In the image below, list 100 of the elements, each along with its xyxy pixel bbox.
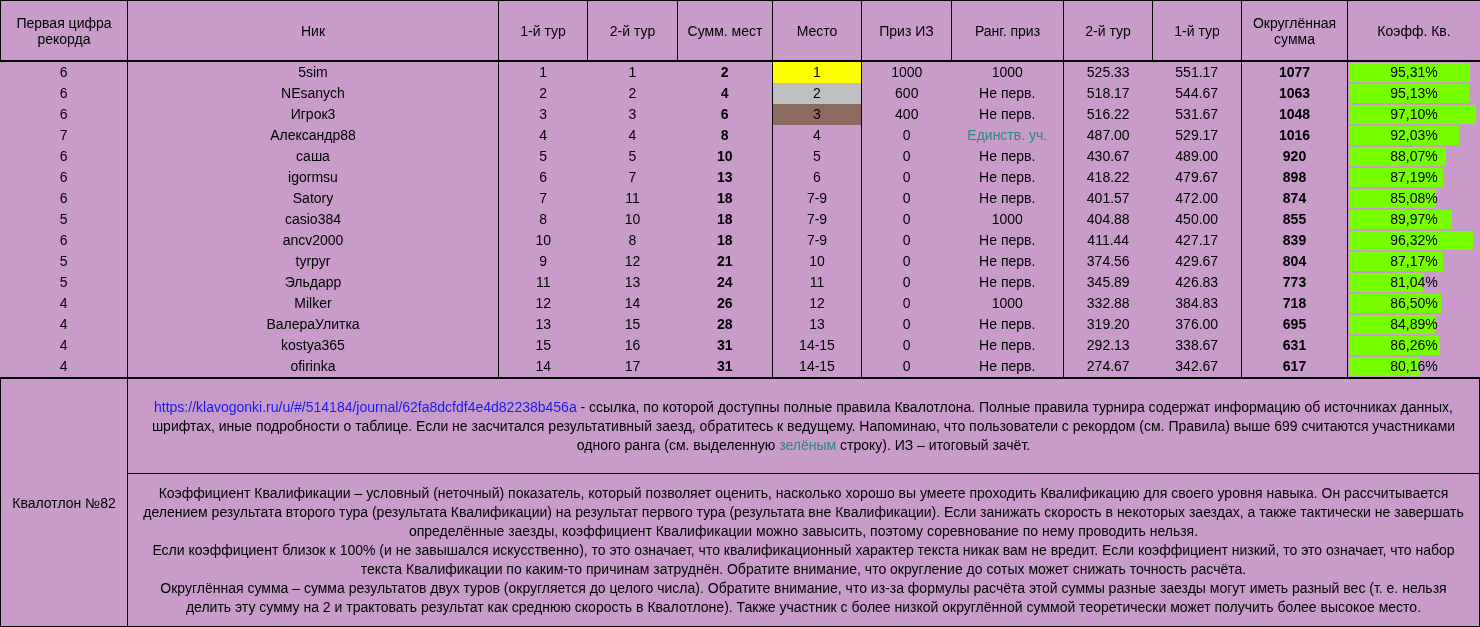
place-cell: 7-9 xyxy=(772,230,862,251)
coefficient-value: 88,07% xyxy=(1390,148,1438,164)
record-digit-cell: 5 xyxy=(0,272,128,293)
nick-cell: tyrpyr xyxy=(127,251,499,272)
round-cell: 6 xyxy=(498,167,588,188)
score-cell: 429.67 xyxy=(1152,251,1242,272)
column-header: Ранг. приз xyxy=(951,0,1064,61)
record-digit-cell: 6 xyxy=(0,146,128,167)
score-cell: 529.17 xyxy=(1152,125,1242,146)
place-cell: 10 xyxy=(772,251,862,272)
score-cell: 376.00 xyxy=(1152,314,1242,335)
coefficient-value: 87,17% xyxy=(1390,253,1438,269)
nick-cell: ancv2000 xyxy=(127,230,499,251)
column-header: Приз ИЗ xyxy=(861,0,952,61)
round-cell-text: 17 xyxy=(623,357,642,376)
sum-places-cell: 18 xyxy=(677,230,773,251)
coefficient-value: 86,50% xyxy=(1390,295,1438,311)
sum-places-cell: 10 xyxy=(677,146,773,167)
round-cell-text: 4 xyxy=(627,126,638,145)
column-header: 2-й тур xyxy=(1063,0,1153,61)
column-header: 1-й тур xyxy=(1152,0,1242,61)
prize-cell: 0 xyxy=(861,356,952,377)
round-cell-text: 11 xyxy=(624,189,641,208)
rounded-sum-cell: 1048 xyxy=(1241,104,1348,125)
nick-cell: casio384 xyxy=(127,209,499,230)
score-cell: 489.00 xyxy=(1152,146,1242,167)
coefficient-value: 92,03% xyxy=(1390,127,1438,143)
record-digit-cell: 5 xyxy=(0,209,128,230)
score-cell: 531.67 xyxy=(1152,104,1242,125)
rounded-sum-cell: 1016 xyxy=(1241,125,1348,146)
prize-cell: 0 xyxy=(861,125,952,146)
rank-prize-cell: Не перв. xyxy=(951,83,1064,104)
record-digit-cell: 4 xyxy=(0,314,128,335)
rounded-sum-cell: 695 xyxy=(1241,314,1348,335)
prize-cell: 0 xyxy=(861,293,952,314)
round-cell-text: 13 xyxy=(623,273,642,292)
round-cell: 3 xyxy=(498,104,588,125)
score-cell: 518.17 xyxy=(1063,83,1153,104)
score-cell: 342.67 xyxy=(1152,356,1242,377)
rank-prize-cell: Не перв. xyxy=(951,167,1064,188)
rank-prize-cell: Не перв. xyxy=(951,104,1064,125)
rank-prize-cell: Не перв. xyxy=(951,314,1064,335)
rank-prize-cell: Не перв. xyxy=(951,230,1064,251)
rank-prize-cell: 1000 xyxy=(951,209,1064,230)
round-cell-text: 16 xyxy=(623,336,642,355)
sum-places-cell: 4 xyxy=(677,83,773,104)
round-cell-text: 14 xyxy=(623,294,642,313)
sum-places-cell: 31 xyxy=(677,356,773,377)
rank-prize-cell: 1000 xyxy=(951,293,1064,314)
prize-cell: 0 xyxy=(861,314,952,335)
rank-prize-cell: Не перв. xyxy=(951,356,1064,377)
nick-cell: NEsanych xyxy=(127,83,499,104)
round-cell: 7 xyxy=(498,188,588,209)
record-digit-cell: 6 xyxy=(0,167,128,188)
score-cell: 274.67 xyxy=(1063,356,1153,377)
round-cell-text: 10 xyxy=(623,210,642,229)
sum-places-cell: 31 xyxy=(677,335,773,356)
place-cell: 11 xyxy=(772,272,862,293)
place-cell: 2 xyxy=(772,83,862,104)
column-header: Первая цифра рекорда xyxy=(0,0,128,61)
rank-prize-cell: Не перв. xyxy=(951,272,1064,293)
record-digit-cell: 4 xyxy=(0,335,128,356)
sum-places-cell: 18 xyxy=(677,209,773,230)
score-cell: 487.00 xyxy=(1063,125,1153,146)
rank-prize-cell: 1000 xyxy=(951,61,1064,83)
rounded-sum-cell: 1077 xyxy=(1241,61,1348,83)
nick-cell: Александр88 xyxy=(127,125,499,146)
round-cell-text: 15 xyxy=(623,315,642,334)
place-cell: 5 xyxy=(772,146,862,167)
round-cell: 1 xyxy=(498,61,588,83)
rank-prize-cell: Не перв. xyxy=(951,335,1064,356)
record-digit-cell: 7 xyxy=(0,125,128,146)
rank-prize-cell: Единств. уч. xyxy=(951,125,1064,146)
column-header: Ник xyxy=(127,0,499,61)
rounded-sum-cell: 1063 xyxy=(1241,83,1348,104)
prize-cell: 0 xyxy=(861,272,952,293)
prize-cell: 0 xyxy=(861,230,952,251)
column-header: 1-й тур xyxy=(498,0,588,61)
prize-cell: 0 xyxy=(861,146,952,167)
score-cell: 525.33 xyxy=(1063,61,1153,83)
round-cell: 10 xyxy=(498,230,588,251)
score-cell: 551.17 xyxy=(1152,61,1242,83)
score-cell: 472.00 xyxy=(1152,188,1242,209)
place-cell: 3 xyxy=(772,104,862,125)
score-cell: 450.00 xyxy=(1152,209,1242,230)
place-cell: 14-15 xyxy=(772,356,862,377)
nick-cell: Игрок3 xyxy=(127,104,499,125)
rounded-sum-cell: 617 xyxy=(1241,356,1348,377)
place-cell: 13 xyxy=(772,314,862,335)
round-cell-text: 3 xyxy=(627,105,638,124)
nick-cell: 5sim xyxy=(127,61,499,83)
sum-places-cell: 24 xyxy=(677,272,773,293)
score-cell: 544.67 xyxy=(1152,83,1242,104)
explanation-paragraph: Если коэффициент близок к 100% (и не завышался искусственно), то это означает, что квалификационный характер текста никак вам не вредит. Если коэффициент низкий, то это означает, что набор текста Квалификации по каким-то причинам затруднён. Обратите внимание, что округление до сотых может снижать точность расчёта. xyxy=(151,540,1456,579)
tournament-label: Квалотлон №82 xyxy=(1,379,128,626)
record-digit-cell: 4 xyxy=(0,356,128,377)
rules-link[interactable]: https://klavogonki.ru/u/#/514184/journal/62fa8dcfdf4e4d82238b456a xyxy=(154,398,577,415)
nick-cell: Satory xyxy=(127,188,499,209)
sum-places-cell: 8 xyxy=(677,125,773,146)
column-header: Коэфф. Кв. xyxy=(1347,0,1480,61)
